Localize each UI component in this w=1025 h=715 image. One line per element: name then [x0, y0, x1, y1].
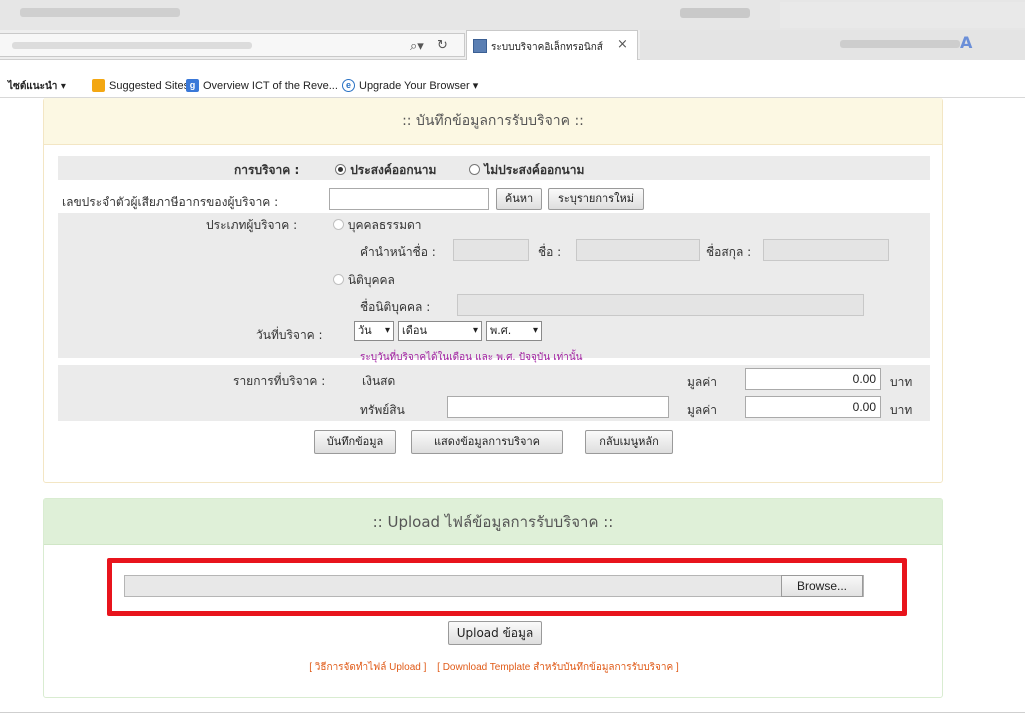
juristic-radio-option[interactable]: นิติบุคคล	[333, 271, 395, 290]
asset-label: ทรัพย์สิน	[360, 403, 405, 417]
items-label: รายการที่บริจาค :	[233, 374, 326, 388]
panel-title: :: Upload ไฟล์ข้อมูลการรับบริจาค ::	[44, 499, 942, 545]
search-button[interactable]: ค้นหา	[496, 188, 542, 210]
donor-type-label: ประเภทผู้บริจาค :	[206, 218, 298, 232]
date-label: วันที่บริจาค :	[256, 328, 323, 342]
radio-anonymous-option[interactable]: ไม่ประสงค์ออกนาม	[469, 161, 584, 180]
new-item-button[interactable]: ระบุรายการใหม่	[548, 188, 644, 210]
juristic-name-label: ชื่อนิติบุคคล :	[360, 300, 431, 314]
panel-title: :: บันทึกข้อมูลการรับบริจาค ::	[44, 98, 942, 145]
month-select-value: เดือน	[402, 324, 428, 337]
firstname-input[interactable]	[576, 239, 700, 261]
site-icon: g	[186, 79, 199, 92]
upload-links: [ วิธีการจัดทำไฟล์ Upload ] [ Download T…	[44, 660, 944, 675]
window-controls[interactable]	[680, 8, 750, 18]
save-button[interactable]: บันทึกข้อมูล	[314, 430, 396, 454]
asset-value-input[interactable]: 0.00	[745, 396, 881, 418]
address-bar[interactable]: ⌕▾ ↻	[0, 33, 465, 57]
radio-label: ไม่ประสงค์ออกนาม	[484, 163, 585, 177]
favorites-bar: ไซต์แนะนำ ▾ Suggested Sites g Overview I…	[0, 62, 1025, 98]
refresh-icon[interactable]: ↻	[437, 38, 448, 53]
day-select[interactable]: วัน ▾	[354, 321, 394, 341]
blurred-text	[840, 40, 960, 48]
currency-label: บาท	[890, 375, 913, 389]
blurred-url	[12, 42, 252, 49]
app-logo-icon: A	[960, 33, 973, 52]
radio-label: นิติบุคคล	[347, 273, 395, 287]
radio-button[interactable]	[333, 219, 344, 230]
chevron-down-icon: ▾	[532, 325, 538, 336]
currency-label: บาท	[890, 403, 913, 417]
person-radio-option[interactable]: บุคคลธรรมดา	[333, 216, 422, 235]
browser-tab[interactable]: ระบบบริจาคอิเล็กทรอนิกส์ ×	[466, 30, 638, 60]
radio-label: ประสงค์ออกนาม	[350, 163, 437, 177]
suggested-sites-menu[interactable]: ไซต์แนะนำ ▾	[8, 79, 66, 94]
donation-form-panel: :: บันทึกข้อมูลการรับบริจาค :: การบริจาค…	[43, 98, 943, 483]
radio-button[interactable]	[333, 274, 344, 285]
browser-address-row: ⌕▾ ↻ ระบบบริจาคอิเล็กทรอนิกส์ × A	[0, 30, 1025, 60]
radio-button[interactable]	[335, 164, 346, 175]
howto-link[interactable]: [ วิธีการจัดทำไฟล์ Upload ]	[309, 662, 426, 673]
blurred-title	[20, 8, 180, 17]
chevron-down-icon: ▾	[472, 325, 478, 336]
upload-button[interactable]: Upload ข้อมูล	[448, 621, 542, 645]
radio-named-option[interactable]: ประสงค์ออกนาม	[335, 161, 436, 180]
show-donations-button[interactable]: แสดงข้อมูลการบริจาค	[411, 430, 563, 454]
asset-input[interactable]	[447, 396, 669, 418]
cash-label: เงินสด	[362, 374, 396, 388]
bing-icon	[92, 79, 105, 92]
lastname-label: ชื่อสกุล :	[706, 245, 752, 259]
favorite-overview-ict[interactable]: g Overview ICT of the Reve...	[186, 79, 338, 92]
divider	[0, 712, 1025, 713]
search-icon[interactable]: ⌕▾	[410, 39, 424, 54]
browser-title-bar	[0, 0, 1025, 30]
year-select[interactable]: พ.ศ. ▾	[486, 321, 542, 341]
cash-value-label: มูลค่า	[687, 375, 718, 389]
download-template-link[interactable]: [ Download Template สำหรับบันทึกข้อมูลกา…	[437, 662, 679, 673]
favorite-label: Suggested Sites	[109, 79, 190, 92]
taxid-input[interactable]	[329, 188, 489, 210]
prefix-label: คำนำหน้าชื่อ :	[360, 245, 436, 259]
donation-type-label: การบริจาค :	[234, 163, 300, 177]
cash-value-input[interactable]: 0.00	[745, 368, 881, 390]
tab-title: ระบบบริจาคอิเล็กทรอนิกส์	[491, 42, 603, 53]
firstname-label: ชื่อ :	[538, 245, 562, 259]
radio-button[interactable]	[469, 164, 480, 175]
juristic-name-input[interactable]	[457, 294, 864, 316]
blurred-region	[780, 2, 1025, 28]
close-icon[interactable]: ×	[617, 37, 628, 52]
favorite-suggested-sites[interactable]: Suggested Sites	[92, 79, 189, 92]
chevron-down-icon: ▾	[384, 325, 390, 336]
blurred-region: A	[640, 30, 1025, 60]
prefix-input[interactable]	[453, 239, 529, 261]
ie-icon: e	[342, 79, 355, 92]
day-select-value: วัน	[358, 324, 372, 337]
favorite-label: Upgrade Your Browser ▾	[359, 80, 479, 92]
radio-label: บุคคลธรรมดา	[347, 218, 422, 232]
lastname-input[interactable]	[763, 239, 889, 261]
asset-value-label: มูลค่า	[687, 403, 718, 417]
year-select-value: พ.ศ.	[490, 324, 512, 337]
back-to-menu-button[interactable]: กลับเมนูหลัก	[585, 430, 673, 454]
month-select[interactable]: เดือน ▾	[398, 321, 482, 341]
tab-favicon-icon	[473, 39, 487, 53]
date-hint: ระบุวันที่บริจาคได้ในเดือน และ พ.ศ. ปัจจ…	[360, 352, 583, 363]
favorite-upgrade-browser[interactable]: e Upgrade Your Browser ▾	[342, 79, 478, 92]
upload-panel: :: Upload ไฟล์ข้อมูลการรับบริจาค :: Brow…	[43, 498, 943, 698]
favorite-label: Overview ICT of the Reve...	[203, 79, 338, 92]
taxid-label: เลขประจำตัวผู้เสียภาษีอากรของผู้บริจาค :	[62, 195, 279, 209]
highlight-annotation	[107, 558, 907, 616]
